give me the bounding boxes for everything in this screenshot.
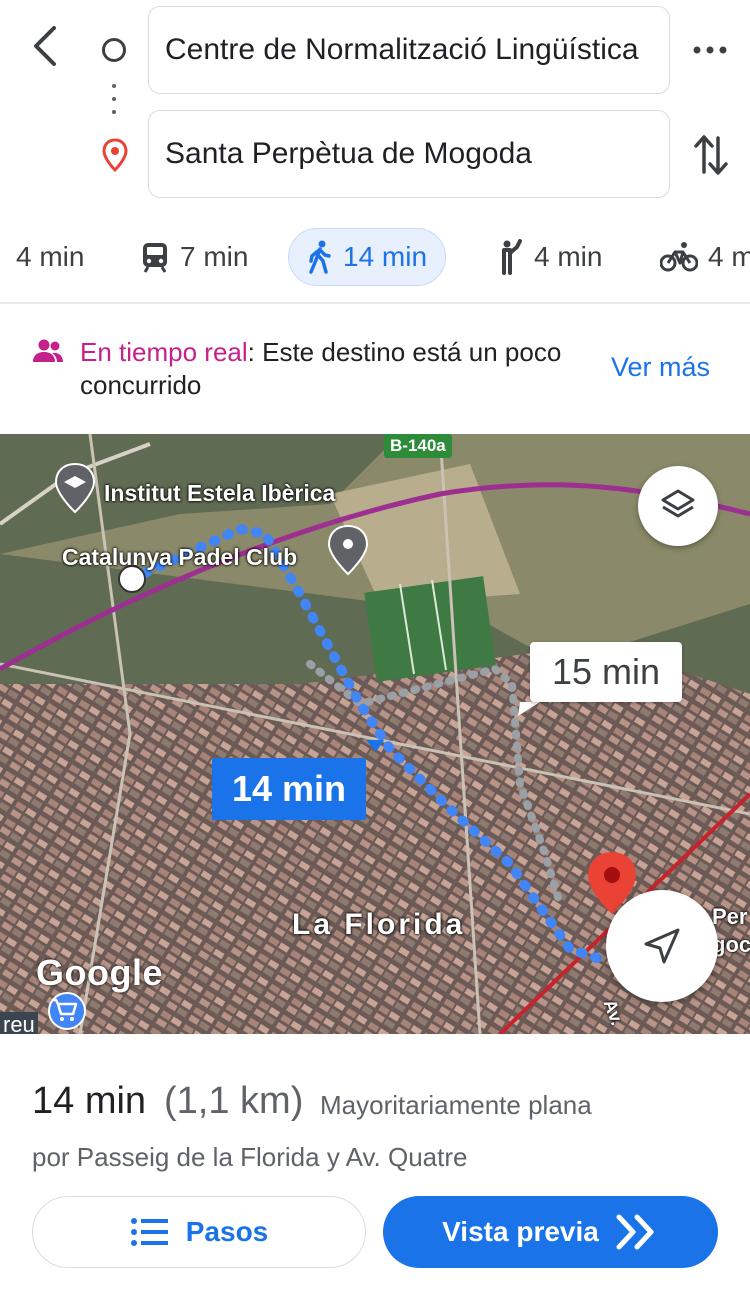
mode-transit[interactable]: 7 min	[140, 228, 248, 286]
route-dots-icon	[112, 84, 116, 120]
destination-input[interactable]: Santa Perpètua de Mogoda	[148, 110, 670, 198]
preview-label: Vista previa	[442, 1216, 599, 1247]
route-terrain-note: Mayoritariamente plana	[320, 1090, 592, 1120]
layers-icon	[661, 489, 695, 518]
origin-circle-icon	[102, 38, 126, 62]
double-chevron-icon	[616, 1214, 654, 1250]
area-label: La Florida	[292, 908, 466, 941]
poi-padel-label[interactable]: Catalunya Padel Club	[62, 544, 297, 571]
destination-pin-icon	[102, 138, 128, 172]
travel-modes: 4 min 7 min 14 min 4 min 4 m	[0, 228, 750, 290]
mode-ride-time: 4 min	[534, 241, 603, 272]
partial-label-left: reu	[0, 1012, 38, 1034]
mode-walk[interactable]: 14 min	[288, 228, 447, 286]
navigation-arrow-icon	[644, 928, 680, 964]
more-options-icon[interactable]	[692, 40, 728, 60]
route-duration: 14 min	[32, 1080, 147, 1122]
realtime-info: En tiempo real: Este destino está un poc…	[80, 336, 580, 402]
route-summary-sheet: 14 min (1,1 km) Mayoritariamente plana p…	[0, 1034, 750, 1292]
list-icon	[130, 1218, 168, 1246]
mode-ride[interactable]: 4 min	[494, 228, 602, 286]
swap-icon[interactable]	[692, 132, 730, 178]
google-logo: Google	[36, 952, 163, 993]
map-view[interactable]: B-140a Institut Estela Ibèrica Catalunya…	[0, 434, 750, 1034]
steps-label: Pasos	[185, 1216, 269, 1247]
directions-header: Centre de Normalització Lingüística Sant…	[0, 0, 750, 210]
road-badge: B-140a	[384, 434, 452, 458]
divider	[0, 302, 750, 304]
mode-bike[interactable]: 4 m	[660, 228, 750, 286]
bike-icon	[660, 242, 698, 272]
poi-school-label[interactable]: Institut Estela Ibèrica	[104, 480, 335, 507]
mode-transit-time: 7 min	[180, 241, 249, 272]
shopping-cart-icon[interactable]	[48, 992, 86, 1030]
realtime-label: En tiempo real	[80, 337, 248, 367]
mode-car-time: 4 min	[16, 241, 85, 272]
route-distance: (1,1 km)	[164, 1080, 304, 1122]
people-icon	[33, 339, 63, 362]
walk-icon	[309, 240, 331, 274]
origin-input[interactable]: Centre de Normalització Lingüística	[148, 6, 670, 94]
mode-car[interactable]: 4 min	[16, 228, 84, 286]
preview-button[interactable]: Vista previa	[383, 1196, 718, 1268]
hail-ride-icon	[502, 239, 522, 275]
train-icon	[143, 243, 167, 273]
route-time-alt[interactable]: 15 min	[530, 642, 682, 702]
back-arrow-icon[interactable]	[26, 24, 66, 68]
partial-label-1: Per	[712, 904, 748, 929]
my-location-button[interactable]	[606, 890, 718, 1002]
route-time-main[interactable]: 14 min	[212, 758, 366, 820]
mode-walk-time: 14 min	[343, 241, 428, 272]
mode-bike-time: 4 m	[708, 241, 750, 272]
route-via: por Passeig de la Florida y Av. Quatre	[32, 1142, 468, 1172]
layers-button[interactable]	[638, 466, 718, 546]
see-more-link[interactable]: Ver más	[611, 352, 710, 383]
steps-button[interactable]: Pasos	[32, 1196, 366, 1268]
